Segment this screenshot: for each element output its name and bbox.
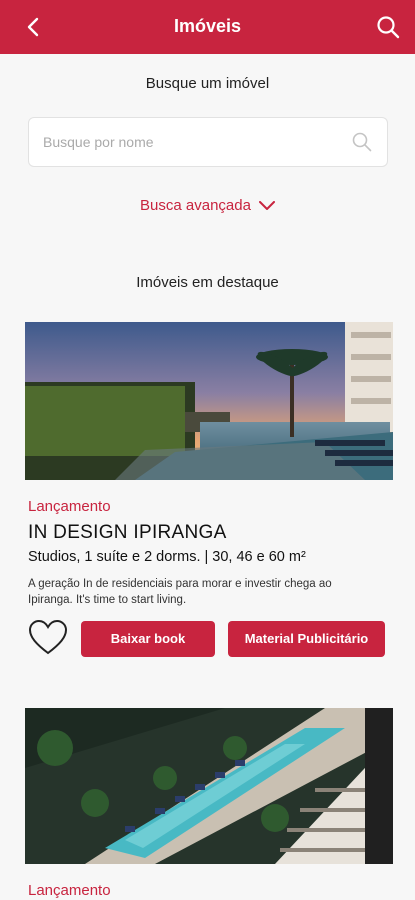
- search-field[interactable]: [28, 117, 388, 167]
- search-icon[interactable]: [375, 14, 401, 40]
- property-image[interactable]: [25, 708, 393, 864]
- advanced-search-toggle[interactable]: Busca avançada: [0, 197, 415, 214]
- property-image[interactable]: [25, 322, 393, 480]
- download-book-button[interactable]: Baixar book: [81, 621, 215, 657]
- property-photo: [25, 322, 393, 480]
- app-header: Imóveis: [0, 0, 415, 54]
- property-description: A geração In de residenciais para morar …: [28, 578, 332, 606]
- advanced-search-label[interactable]: Busca avançada: [140, 197, 251, 214]
- launch-tag: Lançamento: [28, 498, 111, 515]
- page-title: Imóveis: [173, 16, 242, 36]
- featured-section-title: Imóveis em destaque: [136, 274, 279, 291]
- property-photo: [25, 708, 393, 864]
- launch-tag: Lançamento: [28, 882, 111, 899]
- property-info: Studios, 1 suíte e 2 dorms. | 30, 46 e 6…: [28, 549, 306, 565]
- heart-icon[interactable]: [28, 619, 68, 657]
- advertising-material-button[interactable]: Material Publicitário: [228, 621, 385, 657]
- chevron-down-icon[interactable]: [258, 201, 275, 211]
- search-section-title: Busque um imóvel: [145, 75, 270, 92]
- search-input[interactable]: [43, 118, 343, 166]
- magnifier-icon[interactable]: [351, 131, 373, 153]
- property-name[interactable]: IN DESIGN IPIRANGA: [28, 522, 227, 544]
